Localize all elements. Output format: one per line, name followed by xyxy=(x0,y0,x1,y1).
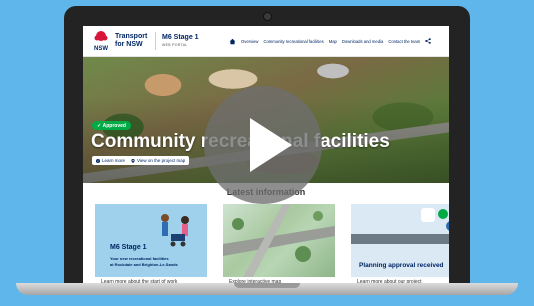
site-subtitle: WEB PORTAL xyxy=(162,43,188,47)
view-map-label: View on the project map xyxy=(137,158,186,163)
learn-more-label: Learn more xyxy=(102,158,126,163)
card-start-of-work[interactable]: M6 Stage 1 Your new recreational facilit… xyxy=(95,204,207,289)
card-image xyxy=(223,204,335,277)
site-title: M6 Stage 1 xyxy=(162,34,199,41)
info-icon xyxy=(96,158,100,163)
card-interactive-map[interactable]: Explore interactive map xyxy=(223,204,335,289)
home-icon[interactable] xyxy=(229,38,236,45)
main-nav: Overview Community recreational faciliti… xyxy=(229,26,431,56)
map-rendering xyxy=(223,204,335,277)
site-header: NSW Transport for NSW M6 Stage 1 WEB POR… xyxy=(83,26,449,57)
logo-text: NSW xyxy=(94,46,108,52)
map-pin-icon xyxy=(131,158,135,163)
laptop-notch xyxy=(234,283,300,288)
family-illustration xyxy=(161,214,189,247)
badge-label: Approved xyxy=(102,122,126,129)
nav-item-map[interactable]: Map xyxy=(329,39,337,44)
card-image-line: Your new recreational facilities xyxy=(110,256,169,261)
brand-line: for NSW xyxy=(115,41,143,48)
card-planning-approval[interactable]: Planning approval received Learn more ab… xyxy=(351,204,449,289)
card-image: Planning approval received xyxy=(351,204,449,277)
play-icon xyxy=(250,118,292,172)
nsw-waratah-logo[interactable]: NSW xyxy=(91,29,111,53)
card-image-line: at Rockdale and Brighton-Le-Sands xyxy=(110,262,178,267)
play-button[interactable] xyxy=(204,86,322,204)
nav-item-contact[interactable]: Contact the team xyxy=(388,39,420,44)
latest-cards: M6 Stage 1 Your new recreational facilit… xyxy=(95,204,449,289)
card-image: M6 Stage 1 Your new recreational facilit… xyxy=(95,204,207,277)
approved-badge: ✓ Approved xyxy=(92,121,131,130)
webcam xyxy=(263,12,272,21)
brand-line: Transport xyxy=(115,33,148,40)
laptop-base xyxy=(16,283,518,295)
learn-more-button[interactable]: Learn more xyxy=(92,156,130,165)
nav-item-community[interactable]: Community recreational facilities xyxy=(263,39,323,44)
brand-name: Transport for NSW xyxy=(115,33,147,49)
share-icon[interactable] xyxy=(425,38,431,44)
view-map-button[interactable]: View on the project map xyxy=(127,156,190,165)
nav-item-downloads[interactable]: Downloads and media xyxy=(342,39,383,44)
card-image-title: M6 Stage 1 xyxy=(110,244,147,251)
header-divider xyxy=(155,32,156,50)
nav-item-overview[interactable]: Overview xyxy=(241,39,258,44)
card-image-title: Planning approval received xyxy=(359,262,444,269)
